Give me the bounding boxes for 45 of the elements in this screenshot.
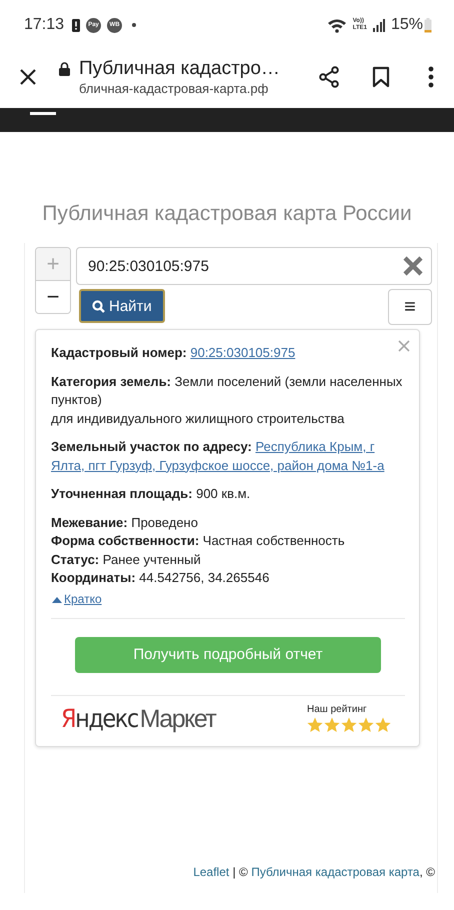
lock-icon	[59, 62, 70, 76]
info-text: Статус: Ранее учтенный	[51, 550, 202, 569]
find-button[interactable]: Найти	[79, 289, 165, 323]
star-icon	[375, 717, 391, 733]
search-field[interactable]: 90:25:030105:975	[76, 247, 432, 285]
alert-icon	[72, 18, 80, 32]
menu-button[interactable]: ≡	[388, 289, 432, 325]
battery-icon	[424, 18, 432, 32]
battery-percent: 15%	[390, 16, 423, 34]
more-icon[interactable]	[428, 66, 434, 88]
page-title: Публичная кадастро…	[79, 58, 280, 80]
star-icon	[307, 717, 323, 733]
star-icon	[358, 717, 374, 733]
signal-icon	[372, 18, 385, 32]
url-text: бличная-кадастровая-карта.рф	[79, 81, 270, 96]
heading: Публичная кадастровая карта России	[41, 202, 413, 226]
info-text: Форма собственности: Частная собственность	[51, 532, 346, 550]
rating-label: Наш рейтинг	[307, 704, 368, 715]
info-text: для индивидуального жилищного строительства	[51, 410, 346, 428]
collapse-link[interactable]: Кратко	[52, 592, 102, 606]
close-icon[interactable]	[19, 68, 37, 86]
share-icon[interactable]	[318, 66, 340, 88]
info-text: Координаты: 44.542756, 34.265546	[51, 569, 270, 587]
attribution-text: Leaflet | © Публичная кадастровая карта, ©	[191, 865, 437, 879]
field-label: Кадастровый номер:	[51, 345, 187, 360]
star-icon	[324, 717, 340, 733]
info-text: Межевание: Проведено	[51, 514, 199, 532]
info-text: Уточненная площадь: 900 кв.м.	[51, 485, 252, 503]
info-text: Категория земель: Земли поселений (земли населенных пунктов)	[51, 372, 404, 409]
logo-text: Яндекс	[61, 704, 138, 732]
caret-up-icon	[52, 596, 62, 602]
clock-time: 17:13	[24, 16, 64, 34]
wifi-icon	[326, 18, 347, 32]
notification-dot	[132, 23, 136, 27]
star-icon	[341, 717, 357, 733]
search-icon	[92, 300, 105, 312]
field-label: Земельный участок по адресу:	[51, 439, 252, 454]
logo-text: Маркет	[140, 704, 216, 734]
bookmark-icon[interactable]	[372, 66, 390, 88]
clear-icon[interactable]	[402, 255, 424, 277]
info-link[interactable]: Республика Крым, г	[255, 439, 375, 454]
leaflet-link[interactable]: Leaflet	[193, 865, 230, 879]
info-link[interactable]: Ялта, пгт Гурзуф, Гурзуфское шоссе, район дома №1-а	[51, 458, 384, 472]
attribution-link[interactable]: Публичная кадастровая карта	[251, 865, 420, 879]
info-link[interactable]: 90:25:030105:975	[190, 345, 296, 360]
